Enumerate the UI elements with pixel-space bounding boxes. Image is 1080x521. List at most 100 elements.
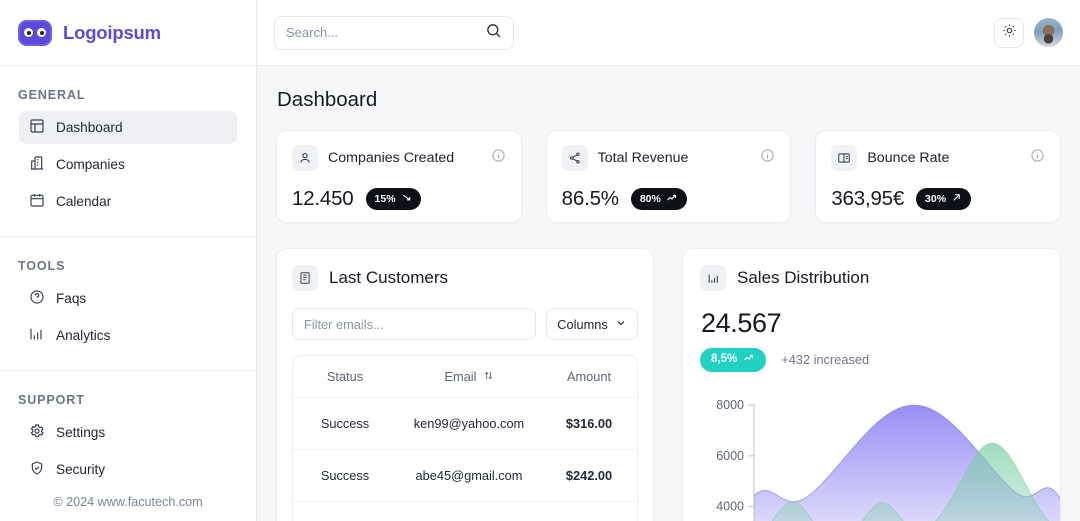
column-header-status[interactable]: Status [293,369,397,384]
arrow-trend-up-icon [743,352,755,368]
sidebar-item-label: Security [56,462,106,477]
arrow-trend-up-icon [666,192,678,207]
sidebar-item-label: Calendar [56,194,112,209]
app-root: Logoipsum GENERAL Dashboard Companies Ca… [0,0,1080,521]
badge-label: 80% [639,192,661,205]
chart-svg: 4000 6000 8000 [716,398,1060,521]
panel-header: Sales Distribution [700,265,1043,291]
column-header-amount[interactable]: Amount [541,369,637,384]
chevron-down-icon [615,317,627,332]
topbar [257,0,1080,66]
info-icon[interactable] [491,148,506,168]
last-customers-panel: Last Customers Columns [276,248,654,521]
stat-card-title: Total Revenue [597,150,689,166]
layout-dashboard-icon [29,118,45,137]
stat-card-body: 12.450 15% [292,187,506,211]
search-icon[interactable] [485,22,502,44]
sidebar-item-label: Dashboard [56,120,123,135]
dashboard-content: Dashboard Companies Created 12.450 15% T… [257,66,1080,521]
stat-value: 12.450 [292,187,354,210]
brand-name: Logoipsum [63,21,161,43]
sales-subtitle: +432 increased [781,352,870,368]
sidebar-section-general: GENERAL Dashboard Companies Calendar [0,66,256,222]
cell-amount: $316.00 [565,416,613,431]
column-header-email[interactable]: Email [397,369,541,384]
stat-value: 363,95€ [831,187,905,210]
table-row[interactable]: Success ken99@yahoo.com $316.00 [293,398,637,450]
search-box[interactable] [274,15,514,50]
table-row[interactable]: Processing monserrat44@gmail.com $837.00 [293,502,637,521]
sidebar-item-analytics[interactable]: Analytics [19,319,237,352]
brand-logo[interactable]: Logoipsum [0,0,256,66]
avatar[interactable] [1034,18,1063,47]
table-row[interactable]: Success abe45@gmail.com $242.00 [293,450,637,502]
panel-header: Last Customers [292,265,638,291]
info-icon[interactable] [1030,148,1045,168]
arrow-up-right-icon [951,192,962,206]
svg-text:8000: 8000 [716,398,744,412]
sidebar-item-label: Analytics [56,328,111,343]
stat-card-body: 363,95€ 30% [831,187,1045,211]
columns-dropdown-button[interactable]: Columns [546,308,638,340]
search-input[interactable] [286,25,466,40]
stat-card-title: Companies Created [328,150,455,166]
status-badge: 15% [365,188,421,210]
stat-value: 86.5% [561,187,619,210]
stat-card-bounce-rate: Bounce Rate 363,95€ 30% [815,130,1062,223]
status-badge: 30% [916,188,972,210]
table-toolbar: Columns [292,308,638,340]
theme-toggle-button[interactable] [994,17,1024,48]
stat-card-title: Bounce Rate [867,150,950,166]
sun-icon [1002,23,1017,43]
sidebar-section-title: GENERAL [18,88,86,102]
sales-distribution-panel: Sales Distribution 24.567 8,5% +432 incr… [682,248,1061,521]
sidebar-section-support: SUPPORT Settings Security [0,370,256,490]
book-open-icon [831,145,858,171]
panels-row: Last Customers Columns [276,248,1061,521]
customers-table: Status Email Amount Success ken99@yahoo.… [292,355,638,521]
bar-chart-icon [29,326,45,345]
user-icon [292,145,318,171]
stat-card-companies-created: Companies Created 12.450 15% [276,130,522,223]
page-title: Dashboard [277,88,378,111]
sales-distribution-chart: 4000 6000 8000 [702,382,1060,521]
svg-text:4000: 4000 [716,499,744,513]
cell-email: ken99@yahoo.com [413,416,525,431]
sidebar-item-calendar[interactable]: Calendar [19,185,237,218]
receipt-icon [292,265,318,291]
topbar-actions [994,17,1063,48]
columns-button-label: Columns [557,316,608,332]
svg-text:6000: 6000 [716,448,744,462]
question-circle-icon [29,289,45,308]
badge-label: 15% [374,192,396,205]
table-header-row: Status Email Amount [293,356,637,398]
filter-emails-input[interactable] [292,308,536,340]
sort-updown-icon[interactable] [483,369,494,384]
sidebar-item-companies[interactable]: Companies [19,148,237,181]
sidebar-item-label: Faqs [56,291,87,306]
sidebar-section-title: TOOLS [18,259,66,273]
sidebar-item-security[interactable]: Security [19,453,237,486]
column-header-email-label: Email [444,369,477,384]
sidebar-item-dashboard[interactable]: Dashboard [19,111,237,144]
cell-status: Success [320,416,370,431]
share-nodes-icon [561,145,588,171]
robot-eye-left [24,28,33,37]
shield-check-icon [29,460,45,479]
gear-icon [29,423,45,442]
bar-chart-icon [700,265,726,291]
sidebar-item-faqs[interactable]: Faqs [19,282,237,315]
info-icon[interactable] [760,148,775,168]
sidebar-item-label: Settings [56,425,106,440]
panel-title: Sales Distribution [737,268,870,287]
sidebar-item-settings[interactable]: Settings [19,416,237,449]
sales-growth-badge: 8,5% [700,348,767,372]
cell-status: Success [320,468,370,483]
sidebar-item-label: Companies [56,157,125,172]
main-area: Dashboard Companies Created [257,0,1080,521]
panel-title: Last Customers [329,268,449,287]
building-icon [29,155,45,174]
stat-card-header: Bounce Rate [831,145,1045,171]
stat-card-body: 86.5% 80% [562,187,776,211]
sidebar: Logoipsum GENERAL Dashboard Companies Ca… [0,0,257,521]
